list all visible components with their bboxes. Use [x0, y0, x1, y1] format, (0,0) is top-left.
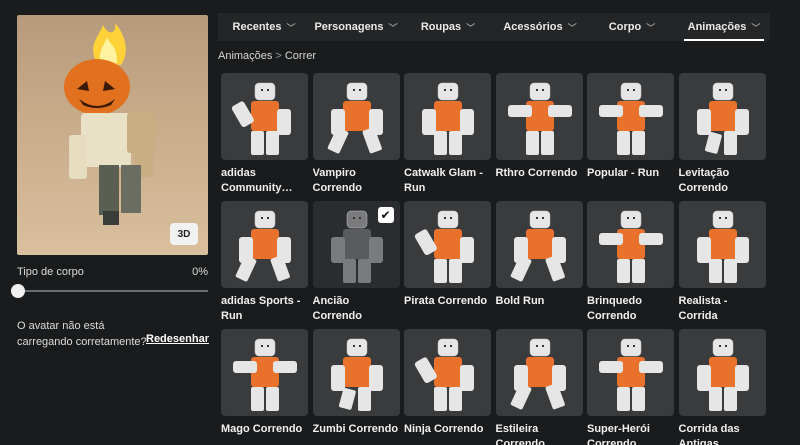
- animation-thumbnail[interactable]: [404, 73, 491, 160]
- breadcrumb-current: Correr: [284, 50, 317, 62]
- animation-item[interactable]: adidas Sports - Run: [221, 201, 308, 329]
- chevron-down-icon: ﹀: [646, 22, 656, 33]
- animation-label: Zumbi Correndo: [312, 423, 399, 435]
- tab-recentes[interactable]: Recentes ﹀: [218, 13, 310, 41]
- chevron-down-icon: ﹀: [466, 22, 476, 33]
- animation-label: adidas Sports - Run: [221, 295, 301, 322]
- tab-animacoes[interactable]: Animações ﹀: [678, 13, 770, 41]
- animation-thumbnail[interactable]: [221, 201, 308, 288]
- avatar-preview[interactable]: 3D: [17, 15, 208, 255]
- animation-label: Estileira Correndo: [495, 423, 546, 445]
- animation-item[interactable]: Mago Correndo: [221, 329, 308, 445]
- animation-item[interactable]: Rthro Correndo: [495, 73, 583, 201]
- animation-label: Catwalk Glam - Run: [404, 167, 483, 194]
- animation-item[interactable]: Vampiro Correndo: [312, 73, 400, 201]
- animation-thumbnail[interactable]: [678, 329, 766, 416]
- animation-thumbnail[interactable]: [312, 329, 400, 416]
- animation-item[interactable]: Bold Run: [495, 201, 583, 329]
- animation-item[interactable]: Ninja Correndo: [404, 329, 491, 445]
- animation-thumbnail[interactable]: [404, 329, 491, 416]
- animation-thumbnail[interactable]: [221, 73, 308, 160]
- animation-thumbnail[interactable]: ✔: [312, 201, 400, 288]
- animation-item[interactable]: Brinquedo Correndo: [587, 201, 674, 329]
- chevron-down-icon: ﹀: [286, 22, 296, 33]
- category-tabs: Recentes ﹀ Personagens ﹀ Roupas ﹀ Acessório…: [218, 13, 770, 41]
- animation-label: Brinquedo Correndo: [587, 295, 642, 322]
- body-type-value: 0%: [192, 266, 208, 278]
- animation-label: Mago Correndo: [221, 423, 303, 435]
- animation-label: Vampiro Correndo: [312, 167, 363, 194]
- avatar-figure: [64, 23, 155, 225]
- animation-thumbnail[interactable]: [587, 73, 674, 160]
- checkmark-icon: ✔: [377, 207, 394, 223]
- animation-label: Rthro Correndo: [495, 167, 578, 179]
- chevron-down-icon: ﹀: [388, 22, 398, 33]
- animation-label: Popular - Run: [587, 167, 660, 179]
- chevron-down-icon: ﹀: [751, 22, 761, 33]
- view-3d-button[interactable]: 3D: [170, 223, 198, 245]
- animation-item[interactable]: Pirata Correndo: [404, 201, 491, 329]
- tab-corpo[interactable]: Corpo ﹀: [586, 13, 678, 41]
- animation-label: Levitação Correndo: [678, 167, 730, 194]
- animation-label: Ninja Correndo: [404, 423, 484, 435]
- animation-item[interactable]: Zumbi Correndo: [312, 329, 400, 445]
- animation-thumbnail[interactable]: [495, 329, 583, 416]
- animation-item[interactable]: ✔ Ancião Correndo: [312, 201, 400, 329]
- animation-grid: adidas Community… Vampiro Correndo Catwalk…: [221, 73, 767, 445]
- animation-label: Ancião Correndo: [312, 295, 363, 322]
- body-type-slider-thumb[interactable]: [11, 284, 25, 298]
- tab-acessorios[interactable]: Acessórios ﹀: [494, 13, 586, 41]
- tab-roupas[interactable]: Roupas ﹀: [402, 13, 494, 41]
- breadcrumb-separator: >: [275, 50, 282, 62]
- animation-label: Corrida das Antigas: [678, 423, 740, 445]
- breadcrumb: Animações > Correr: [218, 50, 316, 62]
- breadcrumb-parent[interactable]: Animações: [218, 50, 272, 62]
- redraw-link[interactable]: Redesenhar: [146, 333, 209, 345]
- animation-item[interactable]: Levitação Correndo: [678, 73, 766, 201]
- animation-label: Pirata Correndo: [404, 295, 488, 307]
- animation-item[interactable]: Popular - Run: [587, 73, 674, 201]
- animation-thumbnail[interactable]: [678, 73, 766, 160]
- animation-item[interactable]: adidas Community…: [221, 73, 308, 201]
- animation-thumbnail[interactable]: [221, 329, 308, 416]
- animation-item[interactable]: Realista - Corrida: [678, 201, 766, 329]
- animation-thumbnail[interactable]: [587, 201, 674, 288]
- animation-item[interactable]: Super-Herói Correndo: [587, 329, 674, 445]
- animation-label: Bold Run: [495, 295, 545, 307]
- animation-thumbnail[interactable]: [495, 73, 583, 160]
- loading-message: O avatar não está carregando corretament…: [17, 320, 147, 348]
- animation-thumbnail[interactable]: [404, 201, 491, 288]
- body-type-slider-track[interactable]: [17, 290, 208, 292]
- animation-item[interactable]: Catwalk Glam - Run: [404, 73, 491, 201]
- animation-item[interactable]: Estileira Correndo: [495, 329, 583, 445]
- animation-item[interactable]: Corrida das Antigas: [678, 329, 766, 445]
- tab-personagens[interactable]: Personagens ﹀: [310, 13, 402, 41]
- body-type-label: Tipo de corpo: [17, 266, 84, 278]
- animation-label: Super-Herói Correndo: [587, 423, 650, 445]
- animation-thumbnail[interactable]: [312, 73, 400, 160]
- animation-thumbnail[interactable]: [678, 201, 766, 288]
- body-type-row: Tipo de corpo 0%: [17, 266, 208, 278]
- animation-label: adidas Community…: [221, 167, 293, 194]
- animation-thumbnail[interactable]: [495, 201, 583, 288]
- animation-thumbnail[interactable]: [587, 329, 674, 416]
- animation-label: Realista - Corrida: [678, 295, 728, 322]
- chevron-down-icon: ﹀: [567, 22, 577, 33]
